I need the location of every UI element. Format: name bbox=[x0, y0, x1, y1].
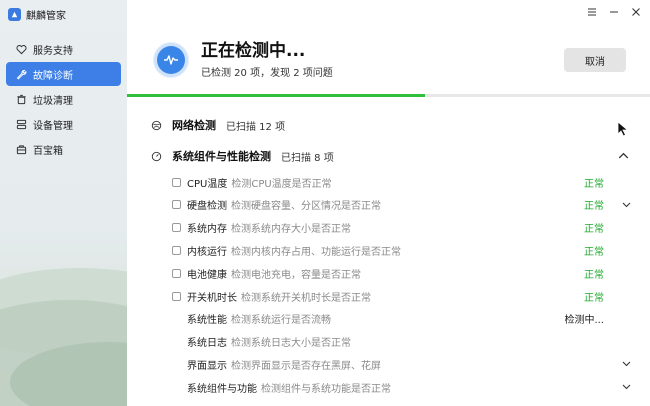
item-checkbox[interactable] bbox=[172, 268, 181, 278]
sidebar-item-label: 服务支持 bbox=[33, 45, 73, 57]
app-logo-icon bbox=[8, 7, 21, 21]
check-item-name: 系统性能 bbox=[187, 315, 227, 327]
sidebar-item-device-management[interactable]: 设备管理 bbox=[6, 112, 121, 136]
sidebar-item-junk-cleanup[interactable]: 垃圾清理 bbox=[6, 87, 121, 111]
window-controls bbox=[586, 5, 642, 19]
scan-header: 正在检测中... 已检测 20 项，发现 2 项问题 bbox=[153, 40, 333, 79]
chevron-down-icon[interactable] bbox=[620, 357, 632, 371]
check-item-name: 开关机时长 bbox=[187, 292, 237, 304]
check-item-name: 内核运行 bbox=[187, 246, 227, 258]
sidebar-item-service-support[interactable]: 服务支持 bbox=[6, 37, 121, 61]
check-item-name: 系统日志 bbox=[187, 338, 227, 350]
sidebar-item-label: 设备管理 bbox=[33, 120, 73, 132]
check-item-name: CPU温度 bbox=[187, 178, 228, 190]
check-item-description: 检测组件与系统功能是否正常 bbox=[261, 383, 391, 395]
sidebar-item-fault-diagnosis[interactable]: 故障诊断 bbox=[6, 62, 121, 86]
gauge-icon bbox=[151, 151, 162, 161]
chevron-down-icon[interactable] bbox=[620, 198, 632, 212]
scan-title: 正在检测中... bbox=[201, 41, 306, 61]
chevron-up-icon[interactable] bbox=[617, 148, 629, 162]
sidebar-nav: 服务支持 故障诊断 垃圾清理 设备管理 百宝箱 bbox=[6, 37, 121, 162]
trash-icon bbox=[17, 94, 26, 104]
sidebar: 麒麟管家 服务支持 故障诊断 垃圾清理 设备管理 百宝箱 bbox=[0, 0, 127, 406]
check-row: 系统内存 检测系统内存大小是否正常 正常 bbox=[172, 220, 632, 236]
device-icon bbox=[16, 119, 27, 129]
check-item-description: 检测系统开关机时长是否正常 bbox=[241, 292, 371, 304]
check-item-description: 检测硬盘容量、分区情况是否正常 bbox=[231, 201, 381, 213]
section-network[interactable]: 网络检测 已扫描 12 项 bbox=[151, 117, 629, 133]
item-checkbox[interactable] bbox=[172, 200, 181, 210]
check-item-status: 正常 bbox=[584, 178, 604, 190]
section-title: 网络检测 bbox=[172, 119, 216, 132]
check-item-name: 系统内存 bbox=[187, 224, 227, 236]
check-item-status: 正常 bbox=[584, 269, 604, 281]
check-item-status: 正常 bbox=[584, 201, 604, 213]
check-row: CPU温度 检测CPU温度是否正常 正常 bbox=[172, 174, 632, 190]
scan-progress-fill bbox=[127, 94, 426, 97]
scan-summary: 已检测 20 项，发现 2 项问题 bbox=[201, 68, 333, 79]
item-checkbox[interactable] bbox=[172, 223, 181, 233]
close-icon[interactable] bbox=[630, 5, 642, 19]
check-row: 内核运行 检测内核内存占用、功能运行是否正常 正常 bbox=[172, 242, 632, 258]
app-title: 麒麟管家 bbox=[8, 6, 66, 22]
check-item-description: 检测电池充电，容量是否正常 bbox=[231, 269, 361, 281]
globe-icon bbox=[151, 120, 162, 130]
check-row: 系统组件与功能 检测组件与系统功能是否正常 bbox=[172, 379, 632, 395]
sidebar-item-toolbox[interactable]: 百宝箱 bbox=[6, 137, 121, 161]
mouse-cursor-icon bbox=[617, 121, 629, 137]
section-system-components[interactable]: 系统组件与性能检测 已扫描 8 项 bbox=[151, 148, 629, 164]
chevron-down-icon[interactable] bbox=[620, 380, 632, 394]
check-item-status: 正常 bbox=[584, 246, 604, 258]
item-checkbox[interactable] bbox=[172, 291, 181, 301]
heart-icon bbox=[16, 44, 27, 54]
check-item-status: 检测中... bbox=[564, 315, 604, 327]
main-panel: 正在检测中... 已检测 20 项，发现 2 项问题 取消 网络检测 已扫描 1… bbox=[127, 0, 650, 406]
check-item-description: 检测CPU温度是否正常 bbox=[231, 178, 332, 190]
check-item-name: 硬盘检测 bbox=[187, 201, 227, 213]
check-item-description: 检测界面显示是否存在黑屏、花屏 bbox=[231, 360, 381, 372]
check-item-name: 界面显示 bbox=[187, 360, 227, 372]
check-item-description: 检测系统内存大小是否正常 bbox=[231, 224, 351, 236]
item-checkbox[interactable] bbox=[172, 245, 181, 255]
menu-icon[interactable] bbox=[586, 5, 598, 19]
check-item-status: 正常 bbox=[584, 224, 604, 236]
scan-pulse-icon bbox=[153, 41, 189, 78]
check-row: 系统日志 检测系统日志大小是否正常 bbox=[172, 334, 632, 350]
sidebar-item-label: 百宝箱 bbox=[33, 145, 63, 157]
section-scan-count: 已扫描 8 项 bbox=[281, 152, 334, 164]
check-item-name: 电池健康 bbox=[187, 269, 227, 281]
scan-progress-bar bbox=[127, 94, 650, 97]
sidebar-item-label: 垃圾清理 bbox=[33, 95, 73, 107]
check-item-description: 检测系统日志大小是否正常 bbox=[231, 338, 351, 350]
app-name: 麒麟管家 bbox=[26, 10, 66, 22]
wrench-icon bbox=[16, 69, 27, 79]
section-title: 系统组件与性能检测 bbox=[172, 150, 271, 163]
check-row: 硬盘检测 检测硬盘容量、分区情况是否正常 正常 bbox=[172, 197, 632, 213]
check-row: 电池健康 检测电池充电，容量是否正常 正常 bbox=[172, 265, 632, 281]
check-row: 系统性能 检测系统运行是否流畅 检测中... bbox=[172, 311, 632, 327]
check-item-description: 检测系统运行是否流畅 bbox=[231, 315, 331, 327]
section-scan-count: 已扫描 12 项 bbox=[226, 121, 286, 133]
check-row: 开关机时长 检测系统开关机时长是否正常 正常 bbox=[172, 288, 632, 304]
item-checkbox[interactable] bbox=[172, 177, 181, 187]
minimize-icon[interactable] bbox=[608, 5, 620, 19]
cancel-button[interactable]: 取消 bbox=[564, 48, 626, 72]
check-item-name: 系统组件与功能 bbox=[187, 383, 257, 395]
sidebar-item-label: 故障诊断 bbox=[33, 70, 73, 82]
check-row: 界面显示 检测界面显示是否存在黑屏、花屏 bbox=[172, 356, 632, 372]
toolbox-icon bbox=[16, 144, 27, 154]
check-item-status: 正常 bbox=[584, 292, 604, 304]
check-item-description: 检测内核内存占用、功能运行是否正常 bbox=[231, 246, 401, 258]
